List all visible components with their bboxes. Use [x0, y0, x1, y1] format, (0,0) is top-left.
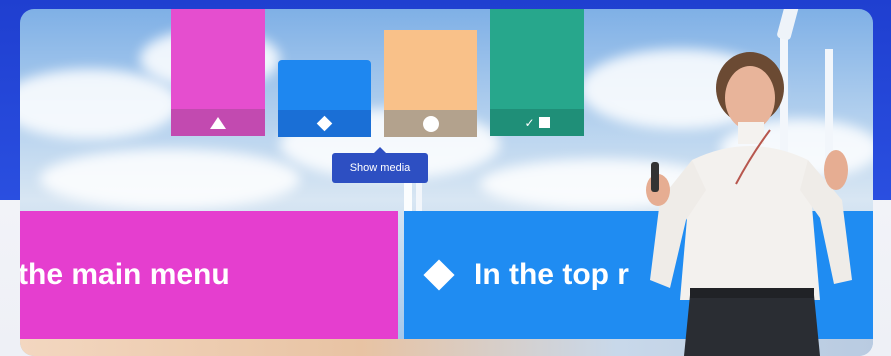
card-diamond: [278, 60, 371, 137]
turbine-blade: [776, 9, 808, 41]
card-check-square: ✓: [490, 9, 584, 136]
card-fill: [384, 30, 477, 110]
banner-top-menu-text: In the top r: [474, 258, 629, 291]
diamond-icon: [316, 115, 333, 132]
card-fill: [278, 60, 371, 110]
presenter-photo: [646, 52, 852, 356]
cloud: [40, 149, 300, 209]
banner-main-menu: the main menu: [20, 211, 398, 339]
check-icon: ✓: [524, 115, 535, 130]
card-strip: [384, 110, 477, 137]
card-strip: [171, 109, 265, 136]
card-strip: [278, 110, 371, 137]
card-fill: [490, 9, 584, 109]
cloud: [20, 69, 180, 139]
circle-icon: [422, 115, 439, 132]
triangle-icon: [210, 116, 226, 129]
banner-main-menu-text: the main menu: [20, 258, 230, 291]
show-media-button[interactable]: Show media: [332, 153, 428, 183]
card-triangle: [171, 9, 265, 136]
diamond-icon: [423, 259, 455, 291]
card-fill: [171, 9, 265, 109]
card-strip: ✓: [490, 109, 584, 136]
square-icon: [538, 117, 550, 128]
card-circle: [384, 30, 477, 137]
check-square-icon: ✓: [524, 115, 550, 130]
